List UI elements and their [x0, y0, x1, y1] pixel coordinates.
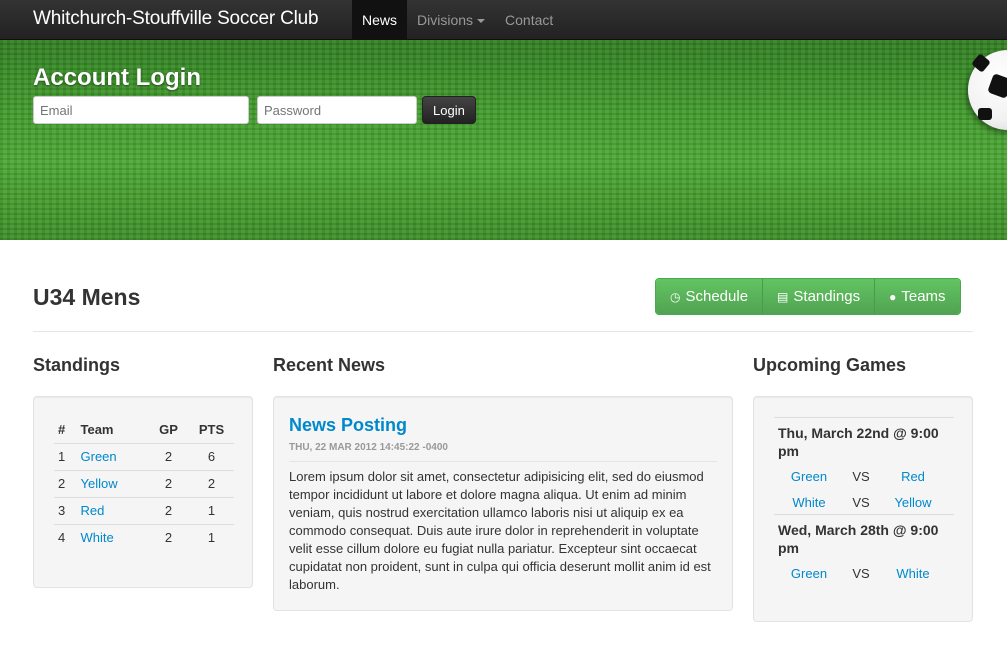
col-rank: #: [58, 422, 66, 438]
vs-label: VS: [852, 495, 870, 510]
top-navbar: Whitchurch-Stouffville Soccer Club News …: [0, 0, 1007, 40]
vs-label: VS: [852, 469, 870, 484]
list-icon: ▤: [777, 289, 789, 304]
news-divider: [289, 461, 717, 462]
header-divider: [33, 331, 973, 332]
caret-down-icon: [477, 19, 486, 24]
gp-cell: 2: [148, 523, 189, 551]
away-team-link[interactable]: White: [878, 561, 948, 587]
password-field[interactable]: [257, 96, 417, 124]
match-row: Green VS White: [774, 561, 954, 587]
games-heading: Upcoming Games: [753, 355, 907, 375]
pts-cell: 1: [188, 496, 234, 524]
nav-divisions[interactable]: Divisions: [407, 0, 495, 40]
table-row: 2 Yellow 2 2: [54, 469, 234, 497]
game-block: Wed, March 28th @ 9:00 pm Green VS White: [774, 514, 954, 587]
game-block: Thu, March 22nd @ 9:00 pm Green VS Red W…: [774, 417, 954, 516]
pts-cell: 1: [188, 523, 234, 551]
rank-cell: 1: [54, 442, 77, 470]
rank-cell: 3: [54, 496, 77, 524]
vs-label: VS: [852, 566, 870, 581]
gp-cell: 2: [148, 496, 189, 524]
hero-banner: Account Login Login: [0, 40, 1007, 240]
table-row: 4 White 2 1: [54, 523, 234, 551]
gp-cell: 2: [148, 469, 189, 497]
game-date: Wed, March 28th @ 9:00 pm: [778, 522, 939, 556]
email-field[interactable]: [33, 96, 249, 124]
standings-heading: Standings: [33, 355, 121, 375]
home-team-link[interactable]: Green: [774, 464, 844, 490]
col-team: Team: [80, 422, 114, 438]
login-button[interactable]: Login: [422, 96, 476, 124]
nav-contact[interactable]: Contact: [495, 0, 563, 40]
schedule-button[interactable]: ◷ Schedule: [656, 279, 764, 314]
rank-cell: 4: [54, 523, 77, 551]
news-post-date: THU, 22 MAR 2012 14:45:22 -0400: [289, 442, 448, 453]
teams-button[interactable]: ● Teams: [875, 279, 960, 314]
team-link-white[interactable]: White: [81, 530, 114, 545]
match-row: Green VS Red: [774, 464, 954, 490]
page-title: U34 Mens: [33, 284, 141, 310]
news-heading: Recent News: [273, 355, 386, 375]
away-team-link[interactable]: Yellow: [878, 490, 948, 516]
match-row: White VS Yellow: [774, 490, 954, 516]
team-link-red[interactable]: Red: [81, 503, 105, 518]
pts-cell: 2: [188, 469, 234, 497]
col-pts: PTS: [198, 422, 225, 438]
team-link-green[interactable]: Green: [81, 449, 117, 464]
clock-icon: ◷: [670, 289, 681, 304]
team-link-yellow[interactable]: Yellow: [81, 476, 118, 491]
col-gp: GP: [159, 422, 178, 438]
schedule-label: Schedule: [685, 288, 749, 305]
main-nav: News Divisions Contact: [352, 0, 563, 40]
news-post-body: Lorem ipsum dolor sit amet, consectetur …: [289, 469, 711, 592]
pts-cell: 6: [188, 442, 234, 470]
rank-cell: 2: [54, 469, 77, 497]
home-team-link[interactable]: Green: [774, 561, 844, 587]
soccer-ball-image: [968, 50, 1007, 130]
division-button-group: ◷ Schedule ▤ Standings ● Teams: [655, 278, 961, 315]
standings-table: # Team GP PTS 1 Green 2 6 2 Yellow 2 2 3…: [54, 417, 234, 551]
nav-news[interactable]: News: [352, 0, 408, 40]
standings-label: Standings: [793, 288, 861, 305]
game-date: Thu, March 22nd @ 9:00 pm: [778, 425, 939, 459]
teams-label: Teams: [901, 288, 946, 305]
nav-divisions-label: Divisions: [417, 12, 474, 28]
brand-link[interactable]: Whitchurch-Stouffville Soccer Club: [33, 8, 319, 30]
games-panel: Thu, March 22nd @ 9:00 pm Green VS Red W…: [753, 396, 973, 622]
nav-news-label: News: [362, 12, 398, 28]
news-panel: News Posting THU, 22 MAR 2012 14:45:22 -…: [273, 396, 733, 611]
user-icon: ●: [889, 289, 897, 304]
standings-button[interactable]: ▤ Standings: [763, 279, 876, 314]
standings-panel: # Team GP PTS 1 Green 2 6 2 Yellow 2 2 3…: [33, 396, 253, 588]
home-team-link[interactable]: White: [774, 490, 844, 516]
table-row: 1 Green 2 6: [54, 442, 234, 470]
login-form: Login: [33, 96, 476, 124]
news-post-title-link[interactable]: News Posting: [289, 415, 407, 436]
table-header-row: # Team GP PTS: [54, 417, 234, 443]
table-row: 3 Red 2 1: [54, 496, 234, 524]
gp-cell: 2: [148, 442, 189, 470]
nav-contact-label: Contact: [505, 12, 554, 28]
login-title: Account Login: [33, 64, 201, 91]
away-team-link[interactable]: Red: [878, 464, 948, 490]
